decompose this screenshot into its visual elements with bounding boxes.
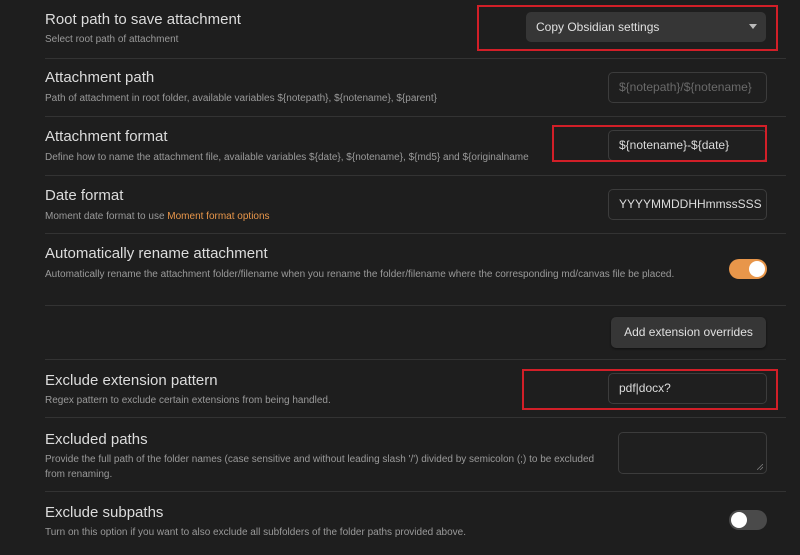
excluded-paths-textarea[interactable] <box>618 432 767 474</box>
setting-excluded-paths: Excluded paths Provide the full path of … <box>0 417 800 491</box>
add-extension-overrides-button[interactable]: Add extension overrides <box>611 317 766 348</box>
setting-name: Root path to save attachment <box>45 11 241 28</box>
moment-format-link[interactable]: Moment format options <box>167 211 269 222</box>
highlight-box <box>477 5 778 51</box>
setting-name: Attachment format <box>45 128 168 145</box>
highlight-box <box>522 369 778 410</box>
setting-description: Regex pattern to exclude certain extensi… <box>45 395 331 406</box>
setting-attachment-path: Attachment path Path of attachment in ro… <box>0 58 800 116</box>
exclude-subpaths-toggle[interactable] <box>729 510 767 530</box>
setting-name: Automatically rename attachment <box>45 245 268 262</box>
setting-description: Define how to name the attachment file, … <box>45 152 529 163</box>
setting-name: Date format <box>45 187 124 204</box>
setting-description: Turn on this option if you want to also … <box>45 527 466 538</box>
setting-description: Provide the full path of the folder name… <box>45 454 595 480</box>
setting-description: Automatically rename the attachment fold… <box>45 269 675 280</box>
setting-name: Exclude subpaths <box>45 504 164 521</box>
setting-description: Select root path of attachment <box>45 34 179 45</box>
setting-auto-rename: Automatically rename attachment Automati… <box>0 233 800 305</box>
description-text: Moment date format to use <box>45 211 168 222</box>
toggle-knob <box>731 512 747 528</box>
setting-name: Excluded paths <box>45 431 148 448</box>
setting-description: Path of attachment in root folder, avail… <box>45 93 437 104</box>
setting-description: Moment date format to use Moment format … <box>45 209 270 224</box>
setting-extension-overrides: Add extension overrides <box>0 305 800 359</box>
setting-date-format: Date format Moment date format to use Mo… <box>0 175 800 233</box>
attachment-path-input[interactable]: ${notepath}/${notename} <box>608 72 767 103</box>
setting-name: Attachment path <box>45 69 155 86</box>
toggle-knob <box>749 261 765 277</box>
highlight-box <box>552 125 767 162</box>
setting-name: Exclude extension pattern <box>45 372 218 389</box>
date-format-input[interactable]: YYYYMMDDHHmmssSSS <box>608 189 767 220</box>
resize-grip-icon[interactable] <box>757 464 763 470</box>
auto-rename-toggle[interactable] <box>729 259 767 279</box>
setting-exclude-subpaths: Exclude subpaths Turn on this option if … <box>0 491 800 555</box>
